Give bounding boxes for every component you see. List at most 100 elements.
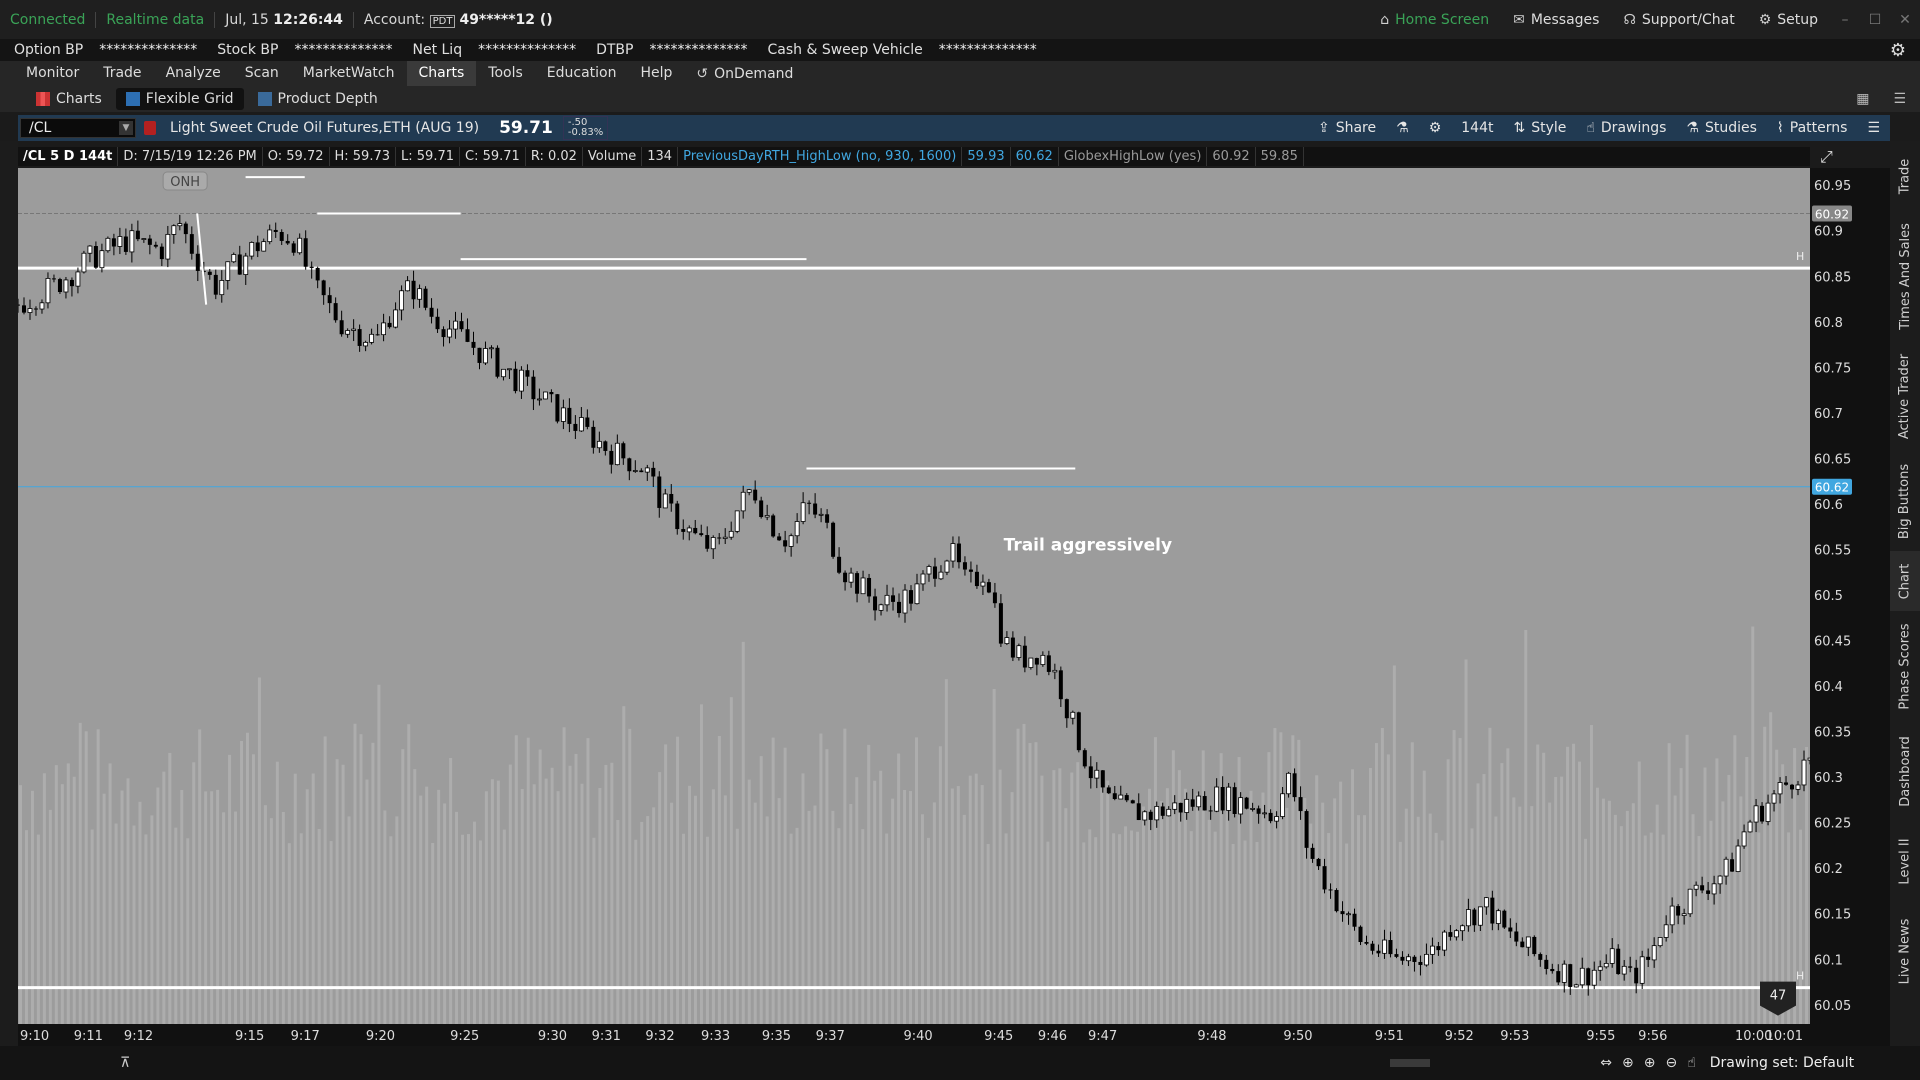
candle-body-down (1106, 787, 1111, 794)
toolbar-menu-icon[interactable]: ☰ (1867, 120, 1880, 136)
crosshair-icon[interactable]: ⊕ (1622, 1055, 1634, 1071)
drawing-set-label[interactable]: Drawing set: Default (1710, 1055, 1854, 1071)
pattern-icon: ⌇ (1776, 120, 1784, 136)
nav-tools[interactable]: Tools (476, 61, 535, 86)
net-liq-label[interactable]: Net Liq (412, 42, 462, 58)
drawings-button[interactable]: ☝ Drawings (1586, 120, 1666, 136)
home-screen-button[interactable]: ⌂ Home Screen (1380, 12, 1489, 28)
vtab-big-buttons[interactable]: Big Buttons (1890, 451, 1920, 551)
chart-settings-icon[interactable]: ⚙ (1429, 120, 1442, 136)
minimize-icon[interactable]: – (1830, 12, 1860, 28)
realtime-status[interactable]: Realtime data (106, 12, 204, 28)
candle-body-up (1801, 759, 1807, 786)
vtab-times-and-sales[interactable]: Times And Sales (1890, 211, 1920, 341)
candle-body-up (1657, 937, 1663, 947)
candle-body-up (219, 280, 225, 296)
messages-button[interactable]: ✉ Messages (1513, 12, 1599, 28)
info-symbol-period: /CL 5 D 144t (18, 147, 119, 166)
volume-bar (347, 816, 351, 1024)
volume-bar (1679, 768, 1683, 1024)
price-chart[interactable]: ONH Trail aggressively H H 47 (16, 168, 1813, 1024)
zoom-fit-icon[interactable]: ⤢ (1820, 147, 1833, 167)
vtab-dashboard[interactable]: Dashboard (1890, 721, 1920, 821)
volume-bar (210, 791, 214, 1024)
volume-bar (1542, 752, 1546, 1024)
price-axis[interactable]: 60.05 60.1 60.15 60.2 60.25 60.3 60.35 60.4 60.4… (1810, 168, 1890, 1024)
patterns-button[interactable]: ⌇ Patterns (1777, 120, 1848, 136)
subtab-flexible-grid[interactable]: Flexible Grid (115, 88, 244, 110)
candle-body-down (69, 279, 74, 287)
subtab-charts[interactable]: Charts (26, 88, 112, 110)
nav-education[interactable]: Education (535, 61, 629, 86)
nav-trade[interactable]: Trade (91, 61, 153, 86)
info-study-globex[interactable]: GlobexHighLow (yes) (1059, 147, 1208, 166)
vtab-active-trader[interactable]: Active Trader (1890, 341, 1920, 451)
vtab-level-ii[interactable]: Level II (1890, 821, 1920, 901)
candle-body-down (16, 304, 20, 306)
chevron-down-icon[interactable]: ▼ (119, 121, 133, 135)
hand-tool-icon[interactable]: ☝ (1687, 1055, 1696, 1071)
nav-marketwatch[interactable]: MarketWatch (291, 61, 407, 86)
time-tick-label: 9:20 (366, 1029, 395, 1044)
volume-bar (144, 834, 148, 1024)
nav-analyze[interactable]: Analyze (154, 61, 233, 86)
menu-icon[interactable]: ☰ (1893, 91, 1906, 107)
vtab-chart[interactable]: Chart (1890, 551, 1920, 611)
pan-icon[interactable]: ⇔ (1600, 1055, 1612, 1071)
aggregation-selector[interactable]: 144t (1461, 120, 1493, 136)
time-axis[interactable]: 9:10 9:11 9:12 9:15 9:17 9:20 9:25 9:30 9:31 9:32… (18, 1024, 1890, 1046)
nav-monitor[interactable]: Monitor (14, 61, 91, 86)
volume-bar (1805, 747, 1809, 1024)
candle-body-up (261, 241, 267, 252)
vtab-live-news[interactable]: Live News (1890, 901, 1920, 1001)
scrollbar-thumb[interactable] (1390, 1059, 1431, 1067)
maximize-icon[interactable]: ☐ (1860, 12, 1890, 28)
candle-body-up (399, 290, 404, 311)
chart-area[interactable]: ONH Trail aggressively H H 47 (16, 168, 1813, 1024)
candle-body-up (1639, 956, 1645, 984)
volume-bar (885, 833, 889, 1024)
subtab-product-depth[interactable]: Product Depth (248, 88, 388, 110)
zoom-out-icon[interactable]: ⊖ (1665, 1055, 1677, 1071)
candle-body-up (45, 278, 51, 304)
volume-bar (198, 729, 202, 1024)
collapse-panel-icon[interactable]: ⊼ (120, 1055, 130, 1071)
account-selector[interactable]: Account: PDT 49*****12 () (364, 12, 553, 28)
volume-bar (132, 825, 136, 1024)
zoom-in-icon[interactable]: ⊕ (1644, 1055, 1656, 1071)
flask-icon[interactable]: ⚗ (1396, 120, 1409, 136)
time-tick-label: 9:53 (1500, 1029, 1529, 1044)
share-button[interactable]: ⇪ Share (1318, 120, 1376, 136)
info-study-rth-v1: 59.93 (962, 147, 1011, 166)
support-chat-button[interactable]: ☊ Support/Chat (1623, 12, 1734, 28)
nav-charts[interactable]: Charts (406, 61, 477, 86)
nav-help[interactable]: Help (628, 61, 684, 86)
volume-bar (1691, 814, 1695, 1024)
candle-body-up (519, 369, 524, 392)
studies-button[interactable]: ⚗ Studies (1686, 120, 1757, 136)
settings-gear-icon[interactable]: ⚙ (1890, 40, 1906, 61)
nav-scan[interactable]: Scan (233, 61, 291, 86)
candle-body-up (1286, 772, 1291, 795)
style-button[interactable]: ⇅ Style (1513, 120, 1566, 136)
grid-layout-icon[interactable]: ▦ (1856, 91, 1869, 107)
volume-bar (1745, 756, 1749, 1024)
vtab-trade[interactable]: Trade (1890, 151, 1920, 201)
setup-button[interactable]: ⚙ Setup (1759, 12, 1818, 28)
candle-body-down (891, 595, 896, 602)
left-collapse-strip[interactable] (0, 141, 18, 1046)
candle-body-up (1453, 930, 1459, 938)
volume-bar (1136, 831, 1140, 1024)
option-bp-label[interactable]: Option BP (14, 42, 83, 58)
symbol-input[interactable]: /CL ▼ (20, 118, 136, 138)
ondemand-button[interactable]: ↺ OnDemand (696, 66, 793, 82)
candle-body-down (411, 280, 416, 300)
trail-annotation: Trail aggressively (1004, 535, 1172, 555)
vtab-phase-scores[interactable]: Phase Scores (1890, 611, 1920, 721)
info-study-rth[interactable]: PreviousDayRTH_HighLow (no, 930, 1600) (678, 147, 963, 166)
candle-body-up (231, 254, 237, 263)
volume-bar (1631, 803, 1635, 1024)
candle-body-down (1358, 926, 1363, 943)
link-icon[interactable] (144, 121, 156, 135)
close-icon[interactable]: ✕ (1890, 12, 1920, 28)
